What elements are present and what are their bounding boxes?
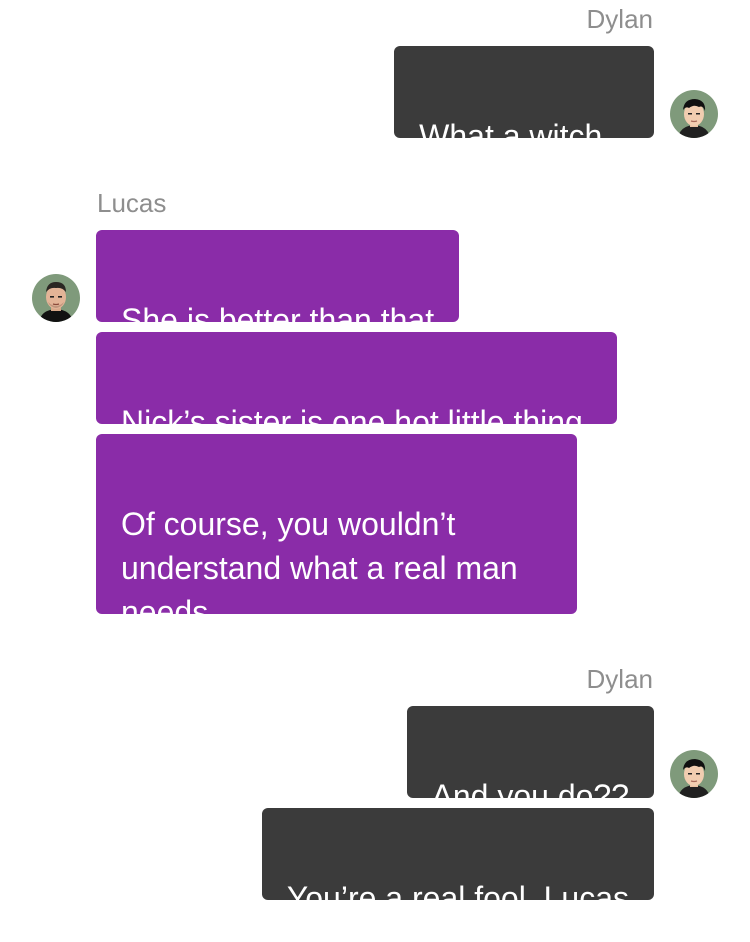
message-text: You’re a real fool, Lucas <box>286 880 629 916</box>
dylan-avatar[interactable] <box>670 750 718 798</box>
sender-name-dylan: Dylan <box>586 4 653 34</box>
message-bubble-incoming[interactable]: Nick’s sister is one hot little thing. <box>96 332 617 440</box>
sender-name-lucas: Lucas <box>97 188 167 218</box>
sender-name-dylan: Dylan <box>586 664 653 694</box>
message-bubble-outgoing[interactable]: What a witch... <box>394 46 654 154</box>
dylan-avatar[interactable] <box>670 90 718 138</box>
message-bubble-outgoing[interactable]: And you do?? <box>406 706 654 814</box>
message-text: What a witch... <box>419 118 629 154</box>
message-bubble-incoming[interactable]: She is better than that <box>96 230 460 338</box>
dylan-avatar-icon <box>670 90 718 138</box>
lucas-avatar[interactable] <box>32 274 80 322</box>
lucas-avatar-icon <box>32 274 80 322</box>
message-bubble-outgoing[interactable]: You’re a real fool, Lucas <box>261 808 654 916</box>
dylan-avatar-icon <box>670 750 718 798</box>
message-text: Of course, you wouldn’t understand what … <box>121 506 518 630</box>
message-bubble-incoming[interactable]: Of course, you wouldn’t understand what … <box>96 434 577 630</box>
